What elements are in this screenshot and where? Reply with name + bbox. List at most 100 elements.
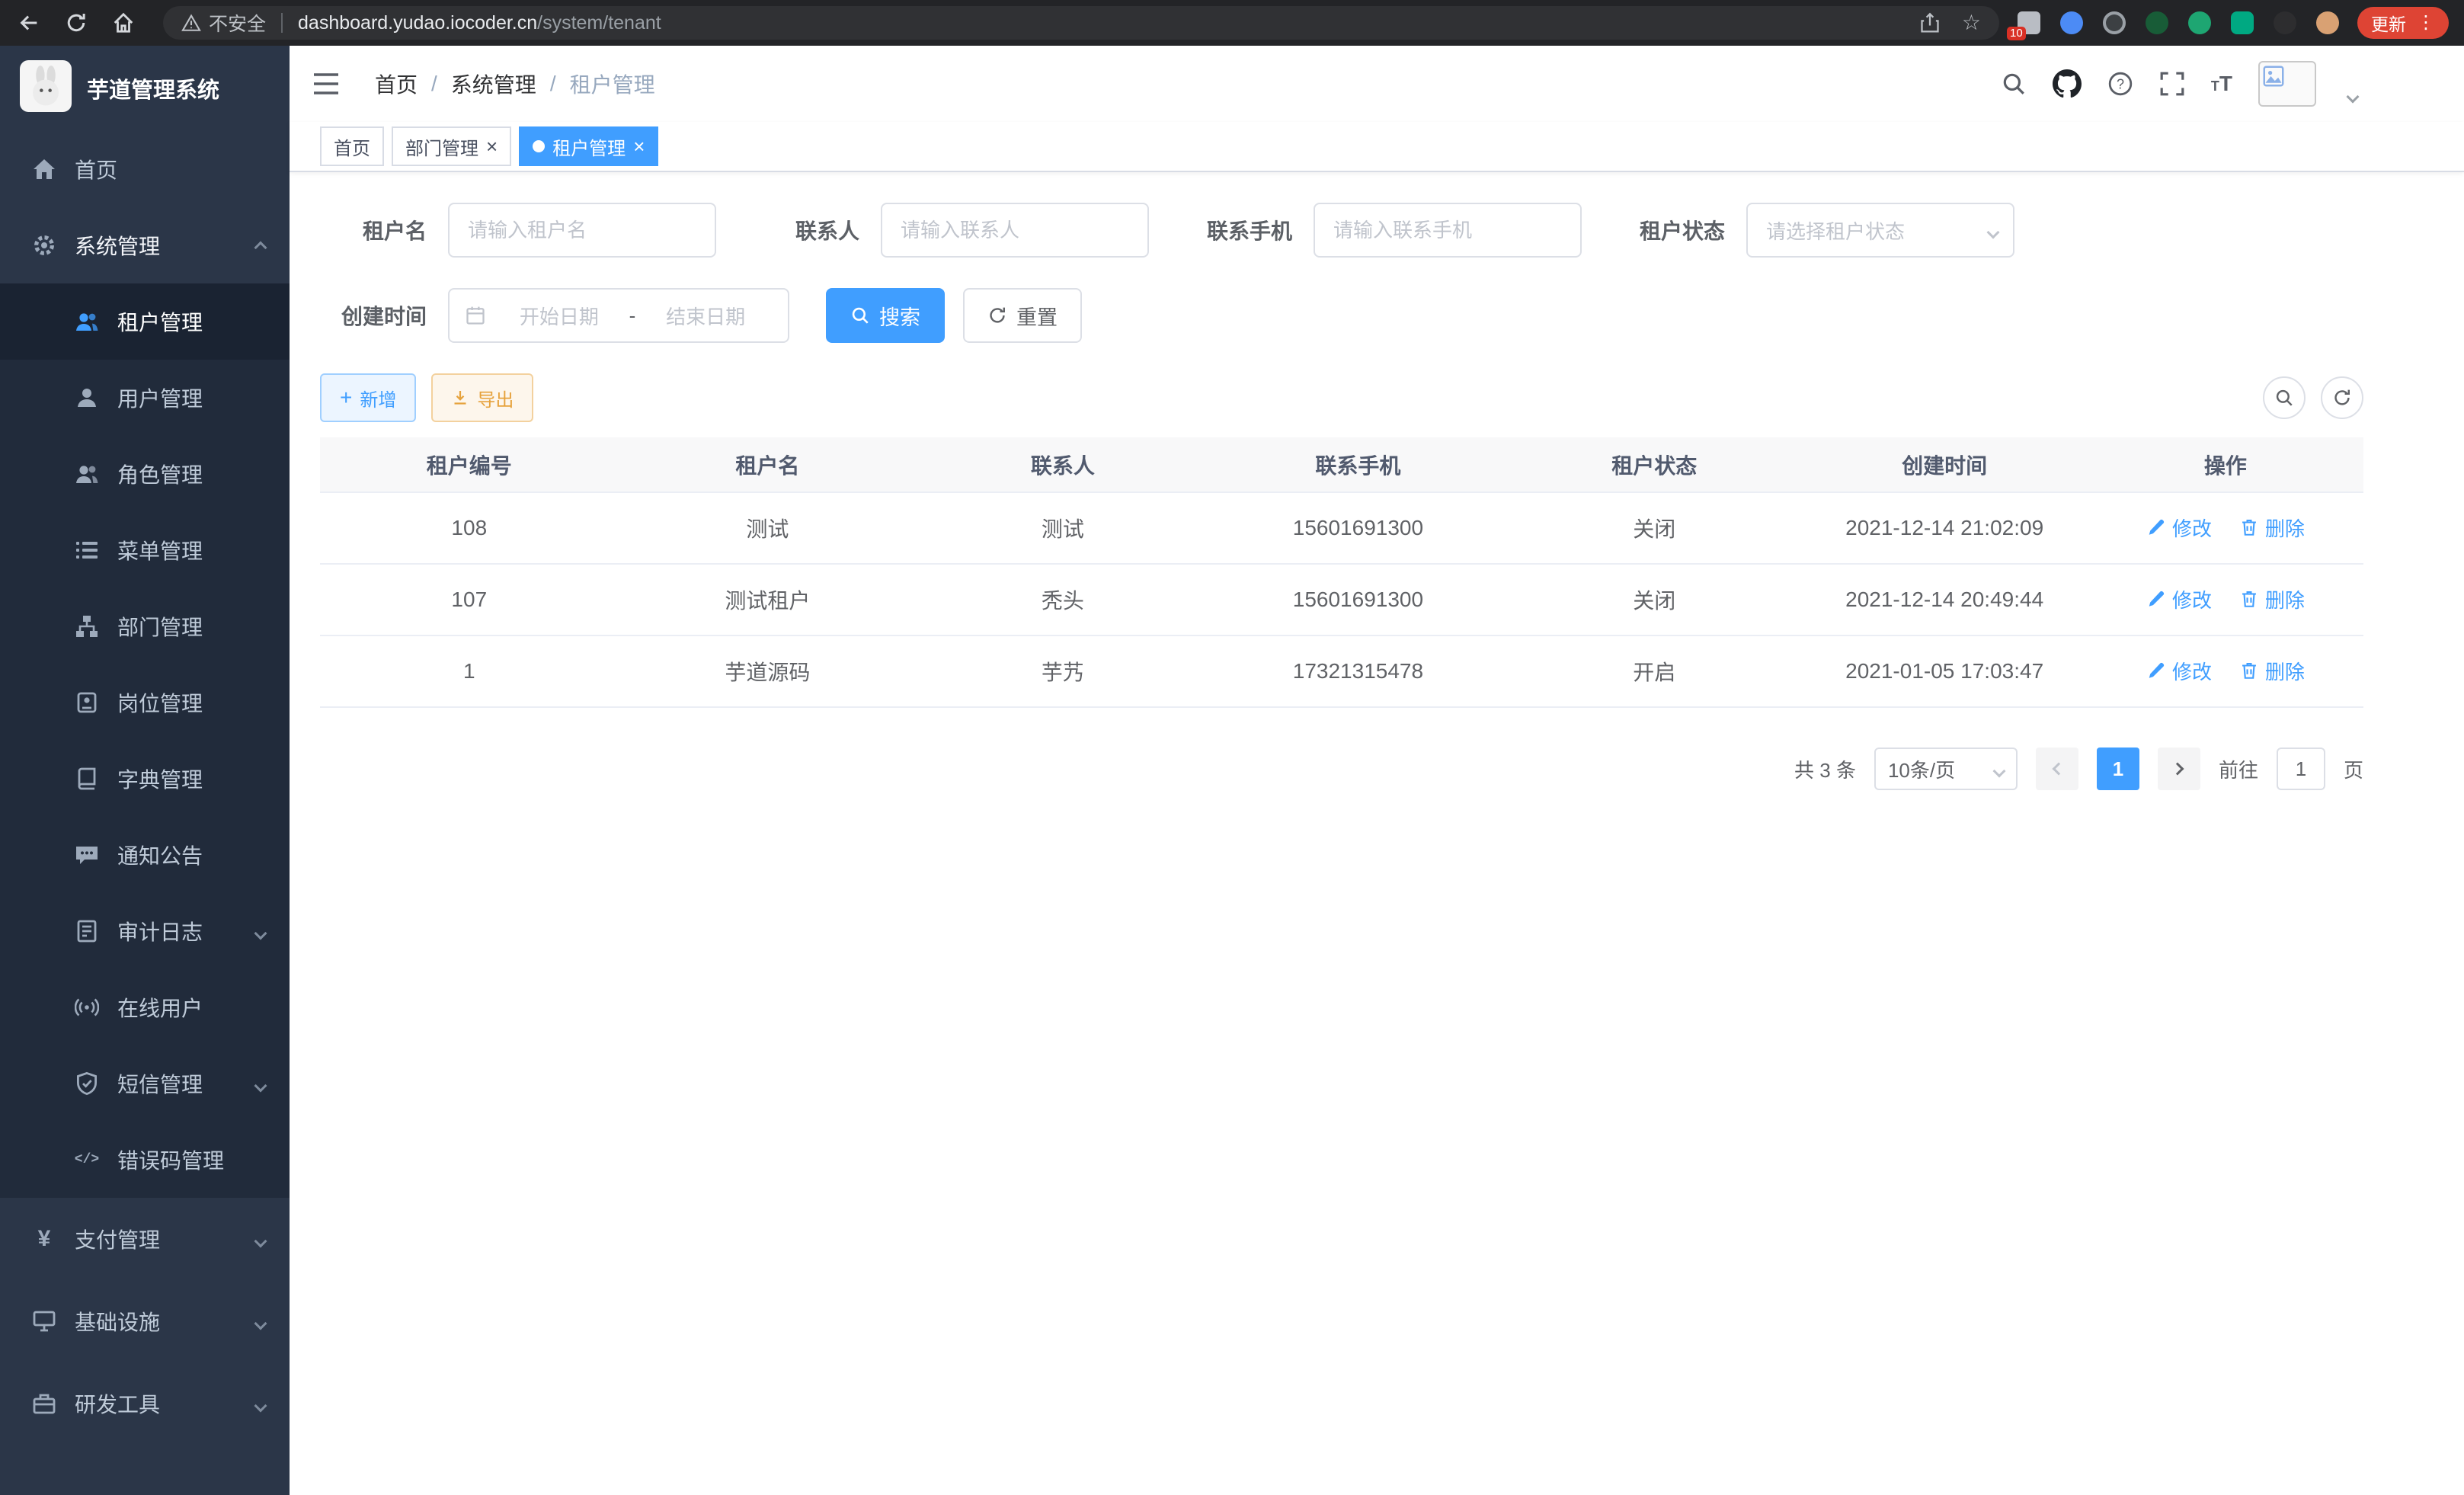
- date-end-placeholder[interactable]: 结束日期: [638, 302, 773, 330]
- sidebar-item-pay[interactable]: ¥ 支付管理: [0, 1198, 290, 1280]
- github-icon[interactable]: [2053, 69, 2082, 98]
- update-button[interactable]: 更新 ⋮: [2357, 7, 2449, 39]
- collapse-sidebar-icon[interactable]: [312, 72, 340, 96]
- add-button[interactable]: + 新增: [320, 373, 416, 422]
- sidebar-item-label: 租户管理: [117, 306, 203, 337]
- cell-status: 开启: [1507, 635, 1801, 707]
- extension-icon-6[interactable]: [2231, 11, 2254, 34]
- toggle-search-button[interactable]: [2263, 376, 2306, 419]
- prev-page-button[interactable]: [2036, 748, 2078, 790]
- cell-status: 关闭: [1507, 564, 1801, 635]
- edit-button[interactable]: 修改: [2146, 657, 2212, 685]
- address-bar[interactable]: 不安全 dashboard.yudao.iocoder.cn/system/te…: [163, 6, 1999, 40]
- tenant-name-input[interactable]: [448, 203, 716, 258]
- sidebar-item-audit-log[interactable]: 审计日志: [0, 893, 290, 969]
- tenant-table: 租户编号 租户名 联系人 联系手机 租户状态 创建时间 操作 108 测试 测试: [320, 437, 2363, 708]
- delete-button[interactable]: 删除: [2239, 585, 2305, 613]
- reset-button[interactable]: 重置: [963, 288, 1082, 343]
- profile-avatar-icon[interactable]: [2316, 11, 2339, 34]
- bookmark-star-icon[interactable]: ☆: [1962, 12, 1981, 34]
- sidebar-item-tenant[interactable]: 租户管理: [0, 283, 290, 360]
- tenant-name-label: 租户名: [320, 215, 427, 245]
- kebab-menu-icon[interactable]: ⋮: [2417, 14, 2435, 32]
- page-size-select[interactable]: 10条/页: [1874, 748, 2018, 790]
- breadcrumb-home[interactable]: 首页: [375, 69, 418, 99]
- sidebar-item-sms[interactable]: 短信管理: [0, 1045, 290, 1122]
- page-content: 租户名 联系人 联系手机 租户状态 请选择租户状态: [290, 172, 2464, 1495]
- extension-icon-5[interactable]: [2188, 11, 2211, 34]
- caret-down-icon[interactable]: [2348, 82, 2357, 107]
- contact-input[interactable]: [881, 203, 1149, 258]
- avatar[interactable]: [2258, 61, 2316, 107]
- help-icon[interactable]: ?: [2107, 71, 2133, 97]
- sidebar-item-infra[interactable]: 基础设施: [0, 1280, 290, 1362]
- home-icon: [30, 157, 58, 181]
- extension-icon-1[interactable]: 10: [2018, 11, 2040, 34]
- edit-button[interactable]: 修改: [2146, 585, 2212, 613]
- org-tree-icon: [73, 614, 101, 639]
- extension-icon-4[interactable]: [2146, 11, 2168, 34]
- sidebar-item-online-user[interactable]: 在线用户: [0, 969, 290, 1045]
- extension-icon-3[interactable]: [2103, 11, 2126, 34]
- sidebar-item-label: 审计日志: [117, 916, 203, 946]
- share-icon[interactable]: [1919, 12, 1941, 34]
- filter-row-1: 租户名 联系人 联系手机 租户状态 请选择租户状态: [320, 203, 2363, 258]
- export-button[interactable]: 导出: [431, 373, 533, 422]
- extension-icon-7[interactable]: [2274, 11, 2296, 34]
- tab-close-icon[interactable]: ×: [633, 136, 645, 156]
- sidebar-item-label: 支付管理: [75, 1224, 160, 1254]
- font-size-icon[interactable]: TT: [2211, 72, 2232, 96]
- gear-icon: [30, 233, 58, 258]
- create-time-range-picker[interactable]: 开始日期 - 结束日期: [448, 288, 789, 343]
- tab-close-icon[interactable]: ×: [486, 136, 498, 156]
- cell-tenant-id: 108: [320, 492, 619, 564]
- chevron-down-icon: [256, 1071, 265, 1096]
- extension-icon-2[interactable]: [2060, 11, 2083, 34]
- sidebar-item-error-code[interactable]: </> 错误码管理: [0, 1122, 290, 1198]
- sidebar-item-user[interactable]: 用户管理: [0, 360, 290, 436]
- sidebar-item-menu[interactable]: 菜单管理: [0, 512, 290, 588]
- breadcrumb-system[interactable]: 系统管理: [451, 69, 536, 99]
- logo[interactable]: 芋道管理系统: [0, 46, 290, 131]
- url-text: dashboard.yudao.iocoder.cn/system/tenant: [298, 12, 661, 34]
- table-row: 1 芋道源码 芋艿 17321315478 开启 2021-01-05 17:0…: [320, 635, 2363, 707]
- delete-button[interactable]: 删除: [2239, 657, 2305, 685]
- svg-text:?: ?: [2117, 76, 2124, 91]
- sidebar-item-role[interactable]: 角色管理: [0, 436, 290, 512]
- page-1-button[interactable]: 1: [2097, 748, 2139, 790]
- search-icon[interactable]: [2001, 71, 2027, 97]
- sidebar-item-home[interactable]: 首页: [0, 131, 290, 207]
- date-start-placeholder[interactable]: 开始日期: [492, 302, 626, 330]
- back-icon[interactable]: [15, 9, 43, 37]
- sidebar-item-label: 系统管理: [75, 230, 160, 261]
- fullscreen-icon[interactable]: [2159, 71, 2185, 97]
- next-page-button[interactable]: [2158, 748, 2200, 790]
- sidebar-item-devtools[interactable]: 研发工具: [0, 1362, 290, 1445]
- col-status: 租户状态: [1507, 437, 1801, 492]
- tab-dept[interactable]: 部门管理 ×: [392, 126, 511, 166]
- sidebar-item-dict[interactable]: 字典管理: [0, 741, 290, 817]
- sidebar-item-dept[interactable]: 部门管理: [0, 588, 290, 664]
- sidebar-item-post[interactable]: 岗位管理: [0, 664, 290, 741]
- roles-users-icon: [73, 462, 101, 486]
- cell-status: 关闭: [1507, 492, 1801, 564]
- document-icon: [73, 919, 101, 943]
- filter-tenant-name: 租户名: [320, 203, 716, 258]
- delete-button[interactable]: 删除: [2239, 514, 2305, 542]
- phone-label: 联系手机: [1186, 215, 1292, 245]
- refresh-table-button[interactable]: [2321, 376, 2363, 419]
- tenant-status-select[interactable]: 请选择租户状态: [1746, 203, 2014, 258]
- search-button[interactable]: 搜索: [826, 288, 945, 343]
- browser-home-icon[interactable]: [110, 9, 137, 37]
- sidebar-item-notice[interactable]: 通知公告: [0, 817, 290, 893]
- delete-label: 删除: [2265, 657, 2305, 685]
- tab-tenant[interactable]: 租户管理 ×: [519, 126, 658, 166]
- sidebar-item-system[interactable]: 系统管理: [0, 207, 290, 283]
- breadcrumb: 首页 / 系统管理 / 租户管理: [375, 69, 655, 99]
- tab-home[interactable]: 首页: [320, 126, 384, 166]
- page-unit-label: 页: [2344, 755, 2363, 783]
- goto-page-input[interactable]: [2277, 748, 2325, 790]
- phone-input[interactable]: [1314, 203, 1582, 258]
- edit-button[interactable]: 修改: [2146, 514, 2212, 542]
- reload-icon[interactable]: [62, 9, 90, 37]
